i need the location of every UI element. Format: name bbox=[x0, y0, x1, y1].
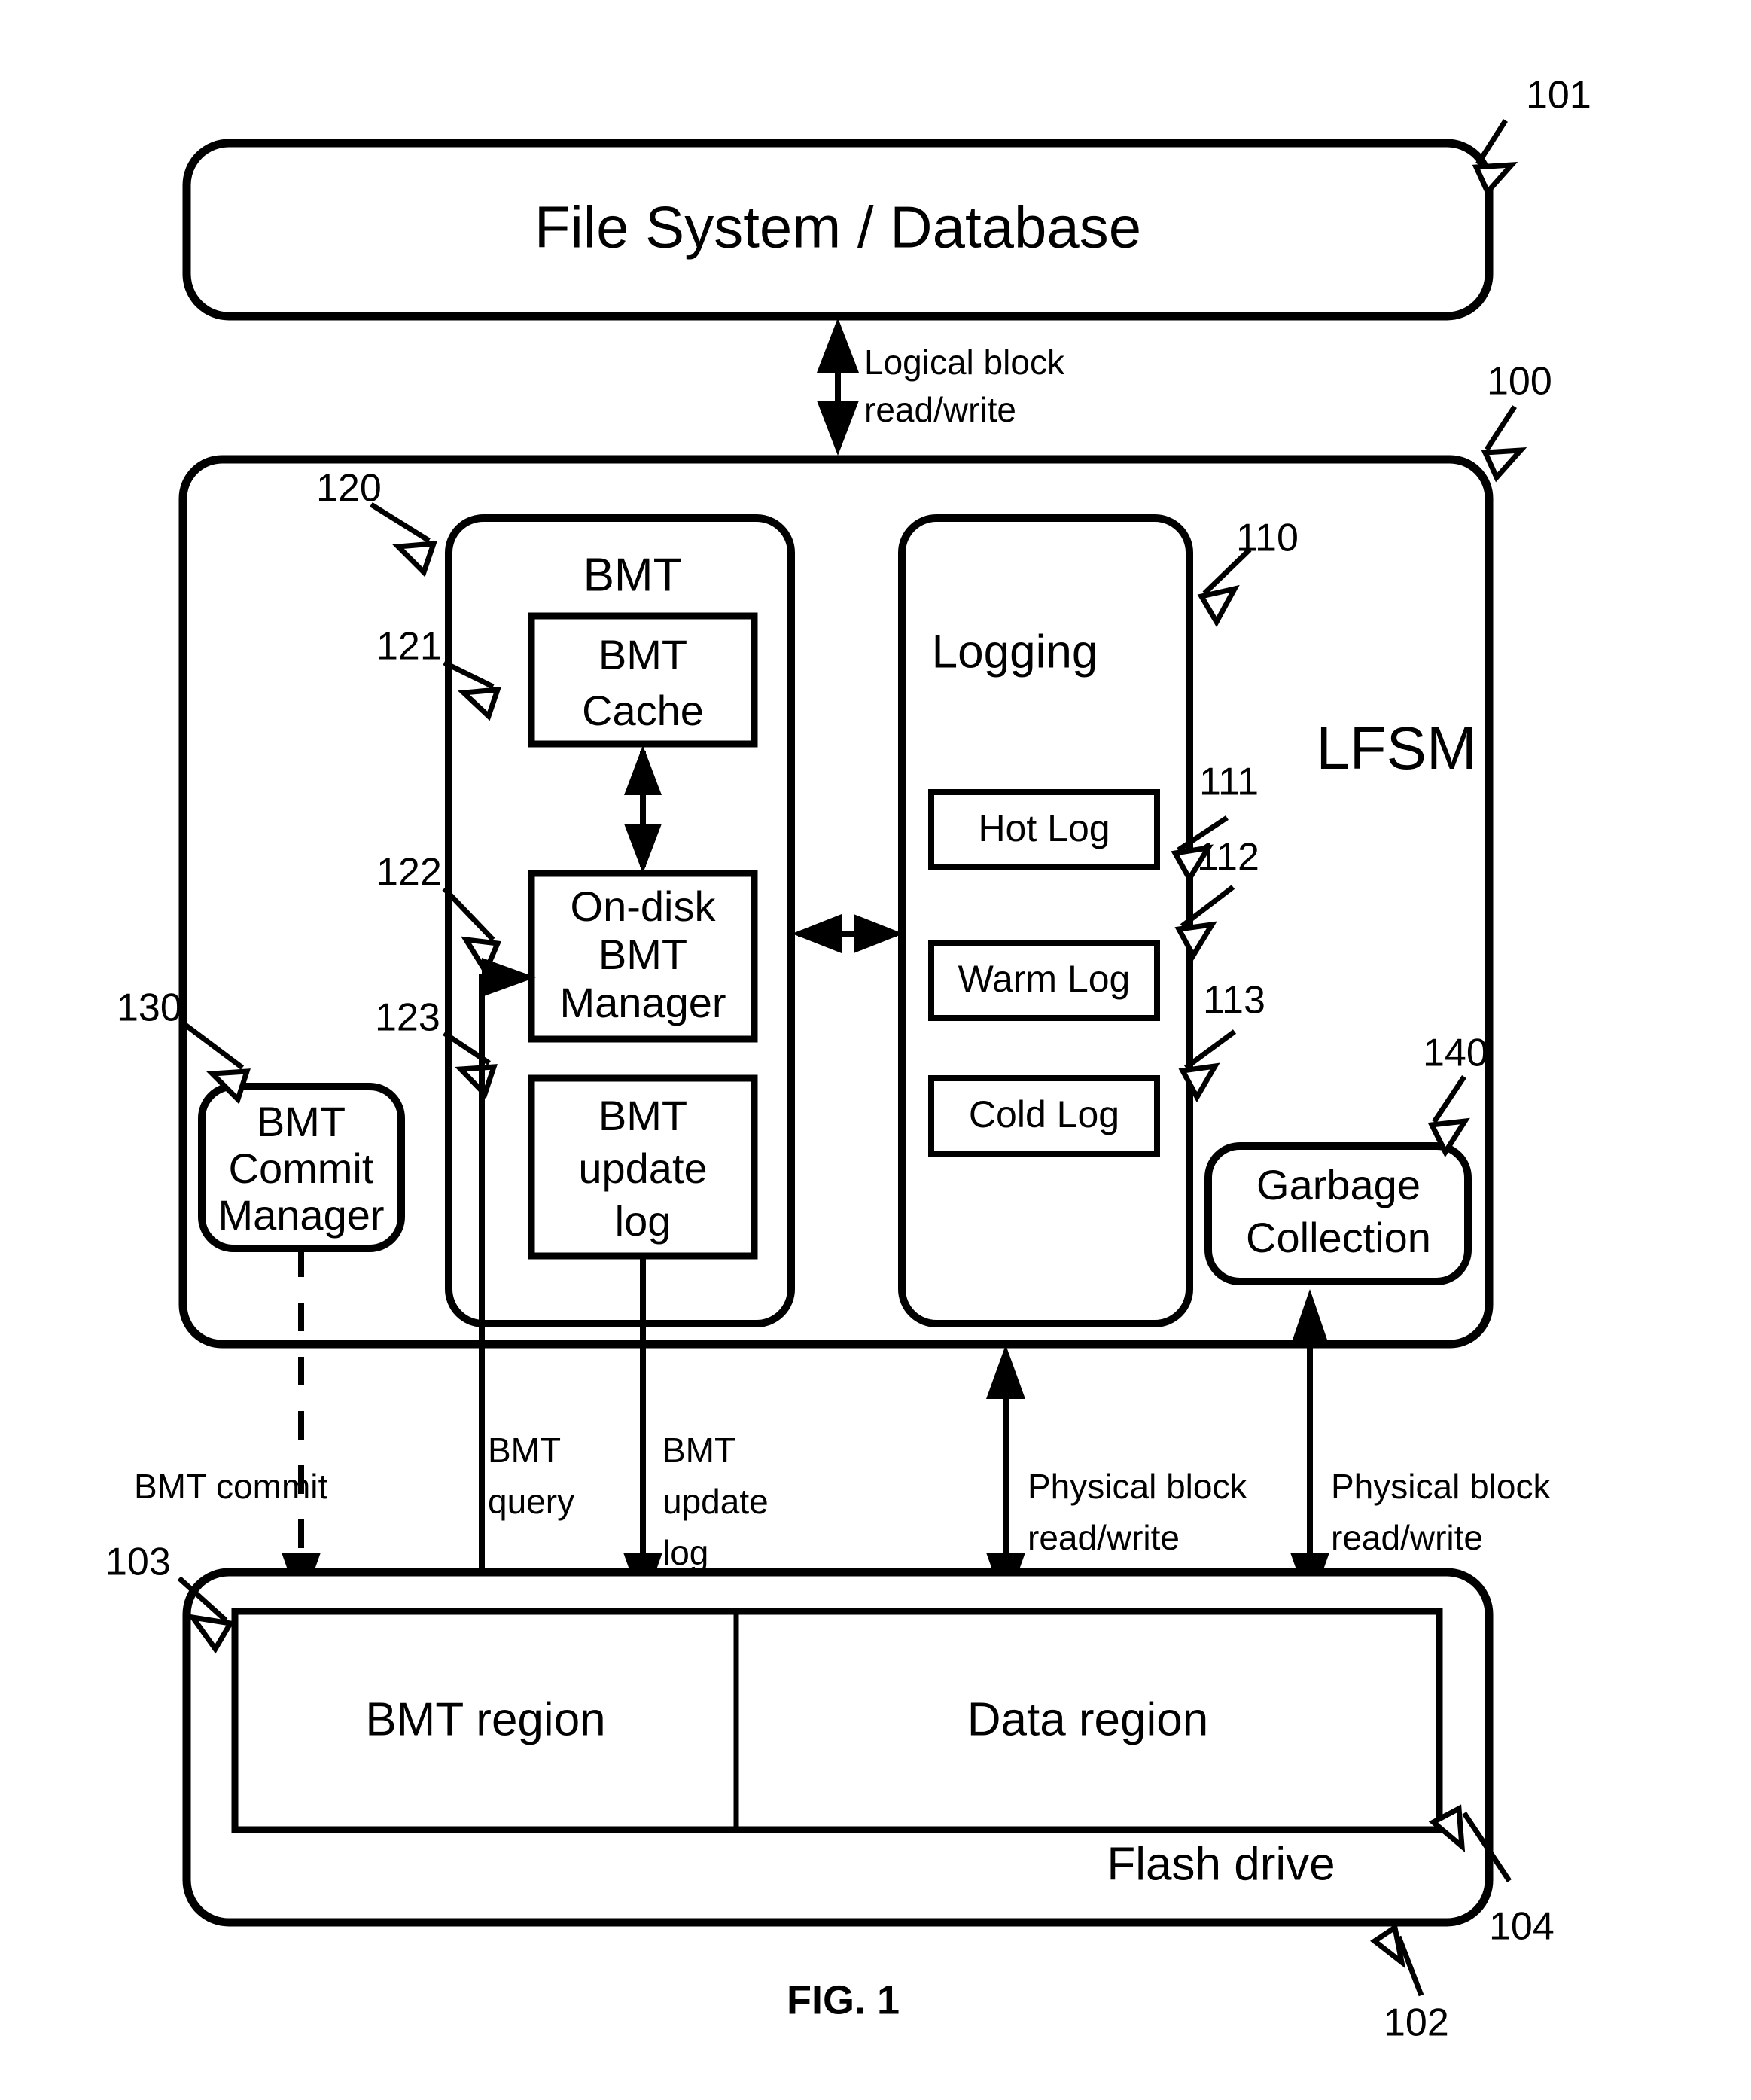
on-disk-bmt-manager-label-line2: BMT bbox=[598, 931, 687, 978]
ref-122-label: 122 bbox=[376, 851, 442, 895]
bmt-commit-manager-label-line2: Commit bbox=[229, 1144, 374, 1192]
ref-104-label: 104 bbox=[1489, 1905, 1555, 1949]
ref-113-label: 113 bbox=[1203, 979, 1265, 1023]
garbage-collection-label-line2: Collection bbox=[1246, 1214, 1431, 1261]
lfsm-label: LFSM bbox=[1316, 715, 1476, 782]
figure-1-diagram: File System / Database 101 Logical block… bbox=[105, 74, 1591, 2045]
bmt-group-label: BMT bbox=[583, 549, 682, 601]
cold-log-label: Cold Log bbox=[969, 1093, 1119, 1135]
garbage-collection-label-line1: Garbage bbox=[1256, 1161, 1421, 1208]
ref-103-label: 103 bbox=[105, 1541, 171, 1584]
warm-log-label: Warm Log bbox=[958, 958, 1131, 1000]
data-region-label: Data region bbox=[967, 1693, 1209, 1745]
bmt-update-log-label-line1: BMT bbox=[662, 1431, 735, 1470]
ref-102-arrowhead bbox=[1370, 1923, 1406, 1969]
on-disk-bmt-manager-label-line3: Manager bbox=[559, 979, 726, 1026]
physical-block-a-label-line2: read/write bbox=[1028, 1518, 1180, 1557]
hot-log-label: Hot Log bbox=[978, 807, 1110, 849]
bmt-region-label: BMT region bbox=[365, 1693, 605, 1745]
ref-100-arrowhead bbox=[1481, 447, 1527, 483]
physical-block-b-label-line2: read/write bbox=[1331, 1518, 1483, 1557]
ref-111-label: 111 bbox=[1199, 760, 1259, 804]
bmt-update-log-label-line1: BMT bbox=[598, 1092, 687, 1139]
logical-block-arrow-up bbox=[817, 318, 859, 373]
bmt-update-log-label-line2: update bbox=[578, 1144, 707, 1192]
ref-120-label: 120 bbox=[316, 467, 382, 511]
logical-block-label-line2: read/write bbox=[864, 390, 1016, 429]
flash-drive-label: Flash drive bbox=[1107, 1838, 1335, 1890]
ref-101-label: 101 bbox=[1526, 74, 1591, 117]
physical-block-b-label-line1: Physical block bbox=[1331, 1467, 1551, 1506]
bmt-update-log-label-line3: log bbox=[662, 1533, 708, 1572]
ref-101-leader bbox=[1475, 119, 1508, 166]
physical-block-a-label-line1: Physical block bbox=[1028, 1467, 1247, 1506]
file-system-database-label: File System / Database bbox=[534, 194, 1141, 261]
bmt-commit-label: BMT commit bbox=[134, 1467, 327, 1506]
bmt-commit-manager-label-line1: BMT bbox=[257, 1098, 346, 1145]
ref-102-label: 102 bbox=[1384, 2001, 1449, 2045]
on-disk-bmt-manager-label-line1: On-disk bbox=[571, 882, 717, 930]
ref-102-leader bbox=[1396, 1935, 1424, 1997]
ref-110-label: 110 bbox=[1236, 517, 1299, 560]
ref-140-label: 140 bbox=[1423, 1032, 1488, 1075]
ref-121-label: 121 bbox=[376, 625, 442, 669]
bmt-update-log-label-line3: log bbox=[615, 1197, 671, 1245]
ref-123-label: 123 bbox=[375, 996, 440, 1040]
ref-112-label: 112 bbox=[1197, 836, 1259, 879]
patent-figure: File System / Database 101 Logical block… bbox=[0, 0, 1751, 2100]
bmt-cache-label-line1: BMT bbox=[598, 631, 687, 678]
ref-100-leader bbox=[1485, 405, 1517, 451]
ref-130-label: 130 bbox=[117, 986, 182, 1030]
bmt-query-label-line2: query bbox=[488, 1482, 574, 1521]
bmt-query-label-line1: BMT bbox=[488, 1431, 561, 1470]
bmt-commit-manager-label-line3: Manager bbox=[218, 1191, 384, 1239]
figure-caption: FIG. 1 bbox=[787, 1977, 900, 2022]
logical-block-arrow-down bbox=[817, 401, 859, 456]
bmt-update-log-label-line2: update bbox=[662, 1482, 769, 1521]
bmt-cache-label-line2: Cache bbox=[582, 687, 704, 734]
logging-group-label: Logging bbox=[932, 626, 1098, 678]
logical-block-label-line1: Logical block bbox=[864, 343, 1065, 382]
physical-block-a-arrow-up bbox=[986, 1345, 1025, 1399]
ref-100-label: 100 bbox=[1487, 360, 1552, 404]
